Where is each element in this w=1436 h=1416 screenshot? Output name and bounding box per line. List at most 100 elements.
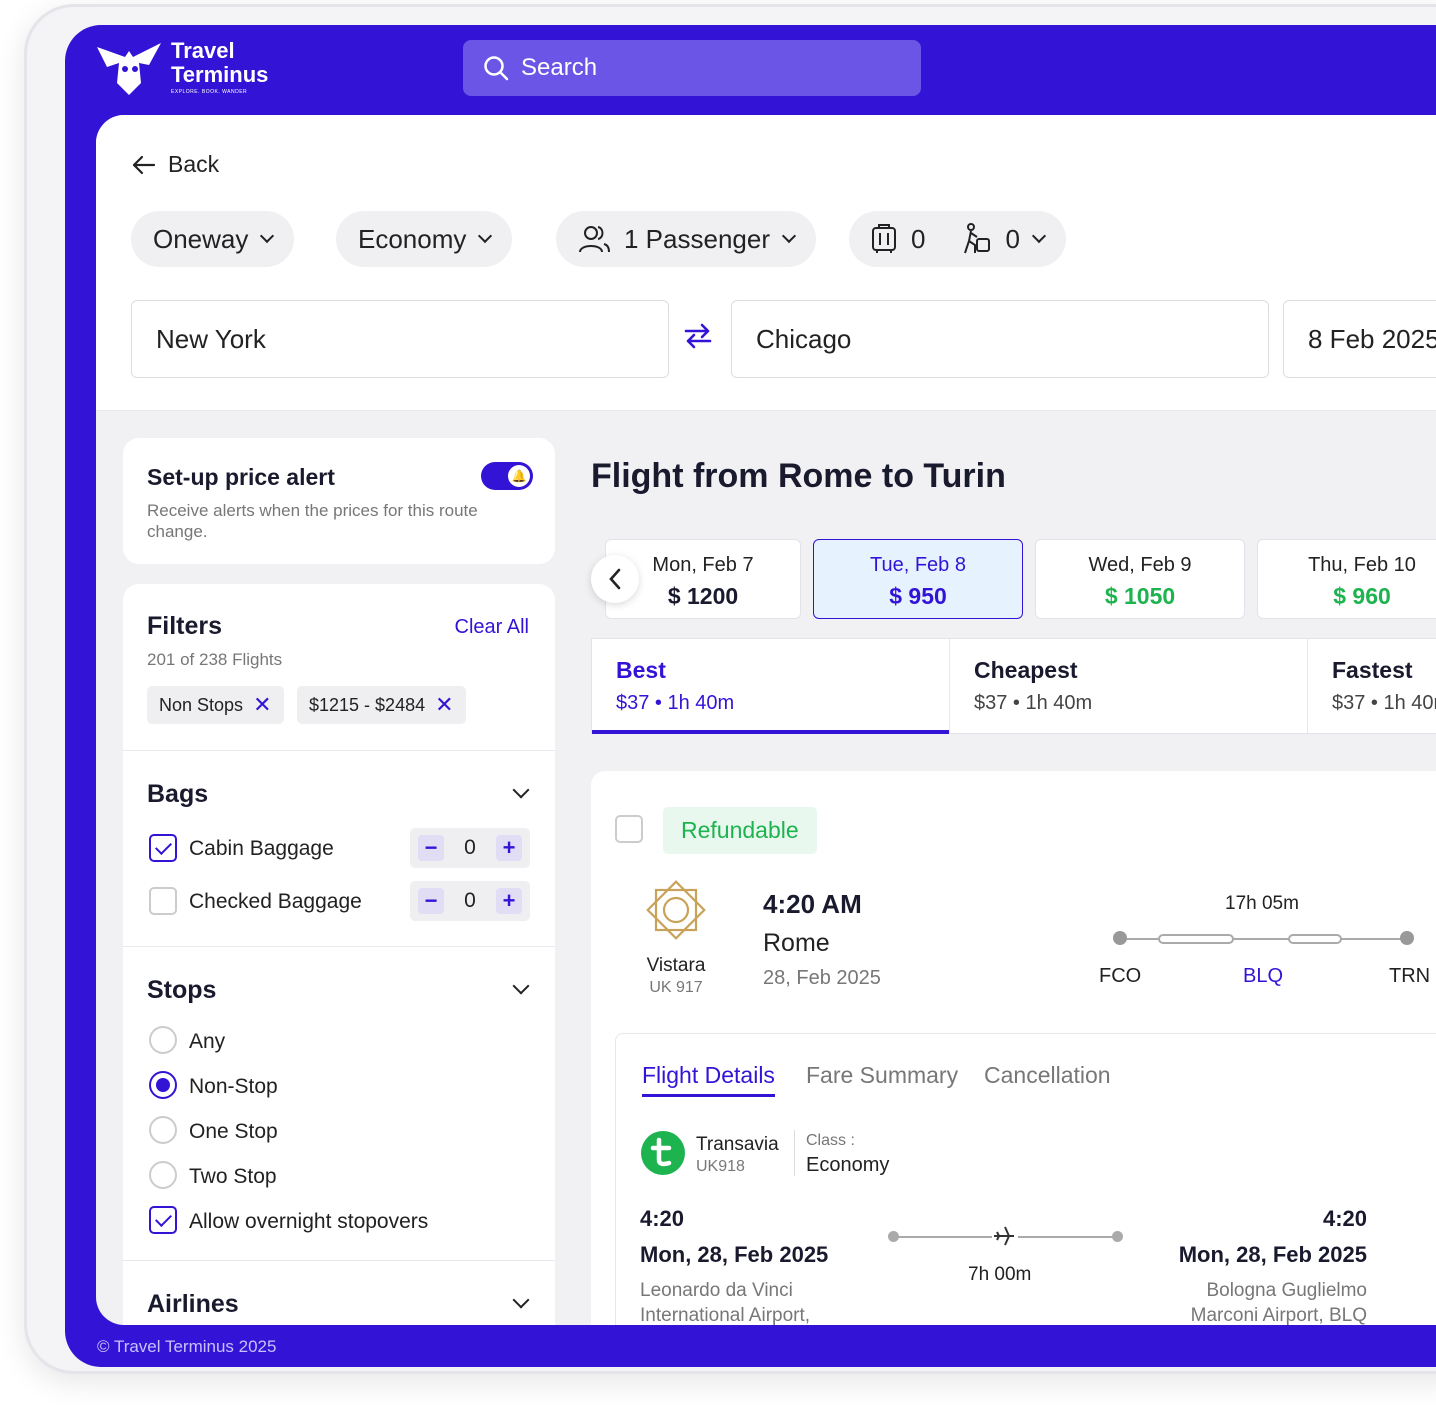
- minus-button[interactable]: −: [418, 888, 444, 914]
- traveler-luggage-icon: [964, 223, 991, 254]
- chevron-down-icon[interactable]: [512, 977, 530, 995]
- date-card-price: $ 960: [1333, 583, 1391, 609]
- tab-flight-details[interactable]: Flight Details: [642, 1062, 775, 1097]
- leg-arr-date: Mon, 28, Feb 2025: [1178, 1242, 1367, 1267]
- tab-fare-summary[interactable]: Fare Summary: [806, 1062, 958, 1089]
- chip-label: Non Stops: [159, 694, 244, 715]
- checked-baggage-checkbox[interactable]: [149, 887, 177, 915]
- stops-radio-nonstop[interactable]: [149, 1071, 177, 1099]
- stops-radio-twostop[interactable]: [149, 1161, 177, 1189]
- cabin-class-dropdown[interactable]: Economy: [336, 211, 513, 267]
- minus-button[interactable]: −: [418, 835, 444, 861]
- airplane-icon: [992, 1224, 1018, 1248]
- depart-time: 4:20 AM: [763, 889, 862, 919]
- airport-destination: TRN: [1389, 965, 1431, 987]
- route-dot: [1400, 931, 1414, 945]
- tab-detail: $37 • 1h 40m: [616, 692, 735, 714]
- back-button[interactable]: Back: [132, 151, 219, 178]
- cabin-bags-count: 0: [911, 223, 926, 254]
- stops-label-twostop: Two Stop: [189, 1165, 277, 1188]
- chevron-down-icon: [781, 228, 797, 244]
- divider: [123, 1260, 555, 1261]
- tab-cancellation[interactable]: Cancellation: [984, 1062, 1111, 1089]
- logo-tagline: EXPLORE. BOOK. WANDER: [171, 89, 248, 95]
- swap-arrows-icon: [684, 323, 712, 349]
- date-card-2[interactable]: Wed, Feb 9 $ 1050: [1035, 539, 1245, 619]
- leg-dep-date: Mon, 28, Feb 2025: [640, 1242, 829, 1267]
- airport-stop: BLQ: [1243, 965, 1284, 987]
- plus-button[interactable]: +: [496, 835, 522, 861]
- date-card-1[interactable]: Tue, Feb 8 $ 950: [813, 539, 1023, 619]
- passengers-dropdown[interactable]: 1 Passenger: [556, 211, 816, 267]
- class-label: Class :: [806, 1132, 855, 1149]
- bell-icon: 🔔: [508, 465, 530, 487]
- filter-chip-nonstops: Non Stops ✕: [147, 686, 284, 724]
- leg-dep-airport: Leonardo da Vinci International Airport,: [640, 1280, 811, 1325]
- chevron-down-icon: [1031, 228, 1047, 244]
- tab-best[interactable]: Best $37 • 1h 40m: [592, 639, 950, 734]
- bags-title: Bags: [147, 780, 209, 808]
- trip-type-dropdown[interactable]: Oneway: [131, 211, 295, 267]
- leg-arr-airport: Bologna Guglielmo Marconi Airport, BLQ: [1190, 1280, 1367, 1325]
- date-card-day: Thu, Feb 10: [1308, 554, 1416, 576]
- leg-dep-time: 4:20: [640, 1206, 685, 1231]
- suitcase-icon: [872, 224, 896, 253]
- checked-baggage-label: Checked Baggage: [189, 890, 362, 913]
- chevron-down-icon: [260, 228, 275, 244]
- back-label: Back: [168, 151, 220, 177]
- search-input[interactable]: Search: [463, 40, 921, 96]
- chevron-down-icon[interactable]: [512, 781, 530, 799]
- cabin-baggage-label: Cabin Baggage: [189, 837, 334, 860]
- date-card-day: Tue, Feb 8: [870, 554, 966, 576]
- date-field[interactable]: 8 Feb 2025: [1283, 300, 1436, 378]
- plus-button[interactable]: +: [496, 888, 522, 914]
- users-icon: [579, 226, 610, 253]
- tab-fastest[interactable]: Fastest $37 • 1h 40m: [1308, 639, 1436, 733]
- chevron-down-icon[interactable]: [512, 1291, 530, 1309]
- date-card-3[interactable]: Thu, Feb 10 $ 960: [1257, 539, 1436, 619]
- cabin-baggage-checkbox[interactable]: [149, 834, 177, 862]
- price-alert-title: Set-up price alert: [147, 464, 335, 490]
- flight-number: UK 917: [649, 979, 703, 996]
- swap-route-button[interactable]: [684, 323, 712, 357]
- passengers-value: 1 Passenger: [624, 223, 770, 254]
- overnight-checkbox[interactable]: [149, 1206, 177, 1234]
- flight-select-checkbox[interactable]: [615, 815, 643, 843]
- cabin-baggage-stepper: − 0 +: [410, 828, 530, 868]
- price-alert-card: Set-up price alert 🔔 Receive alerts when…: [123, 438, 555, 564]
- tab-label: Cheapest: [974, 657, 1078, 683]
- tab-detail: $37 • 1h 40m: [974, 692, 1093, 714]
- depart-date: 28, Feb 2025: [763, 967, 881, 989]
- close-icon[interactable]: ✕: [435, 692, 453, 718]
- results-area: Flight from Rome to Turin Mon, Feb 7 $ 1…: [591, 415, 1436, 1325]
- stops-radio-onestop[interactable]: [149, 1116, 177, 1144]
- destination-field[interactable]: Chicago: [731, 300, 1269, 378]
- stops-radio-any[interactable]: [149, 1026, 177, 1054]
- origin-value: New York: [156, 323, 266, 354]
- bird-logo-icon: [97, 43, 161, 95]
- transavia-logo-icon: [641, 1131, 685, 1175]
- date-value: 8 Feb 2025: [1308, 323, 1436, 354]
- logo-line1: Travel: [171, 38, 235, 63]
- close-icon[interactable]: ✕: [253, 692, 271, 718]
- trip-type-value: Oneway: [153, 223, 249, 254]
- app-screen: Travel Terminus EXPLORE. BOOK. WANDER Se…: [65, 25, 1436, 1367]
- cabin-baggage-value: 0: [464, 836, 476, 859]
- price-alert-toggle[interactable]: 🔔: [481, 462, 533, 490]
- clear-all-link[interactable]: Clear All: [455, 616, 529, 639]
- depart-city: Rome: [763, 929, 830, 957]
- price-alert-description: Receive alerts when the prices for this …: [147, 501, 478, 541]
- total-duration: 17h 05m: [1225, 893, 1299, 914]
- destination-value: Chicago: [756, 323, 852, 354]
- tab-cheapest[interactable]: Cheapest $37 • 1h 40m: [950, 639, 1308, 733]
- divider: [123, 946, 555, 947]
- logo[interactable]: Travel Terminus EXPLORE. BOOK. WANDER: [95, 39, 268, 97]
- filters-count: 201 of 238 Flights: [147, 650, 283, 669]
- previous-dates-button[interactable]: [591, 555, 639, 603]
- cabin-class-value: Economy: [358, 223, 467, 254]
- stops-label-onestop: One Stop: [189, 1120, 278, 1143]
- date-card-price: $ 1050: [1104, 583, 1176, 609]
- baggage-dropdown[interactable]: 0 0: [849, 211, 1066, 267]
- origin-field[interactable]: New York: [131, 300, 669, 378]
- search-icon: [484, 56, 509, 81]
